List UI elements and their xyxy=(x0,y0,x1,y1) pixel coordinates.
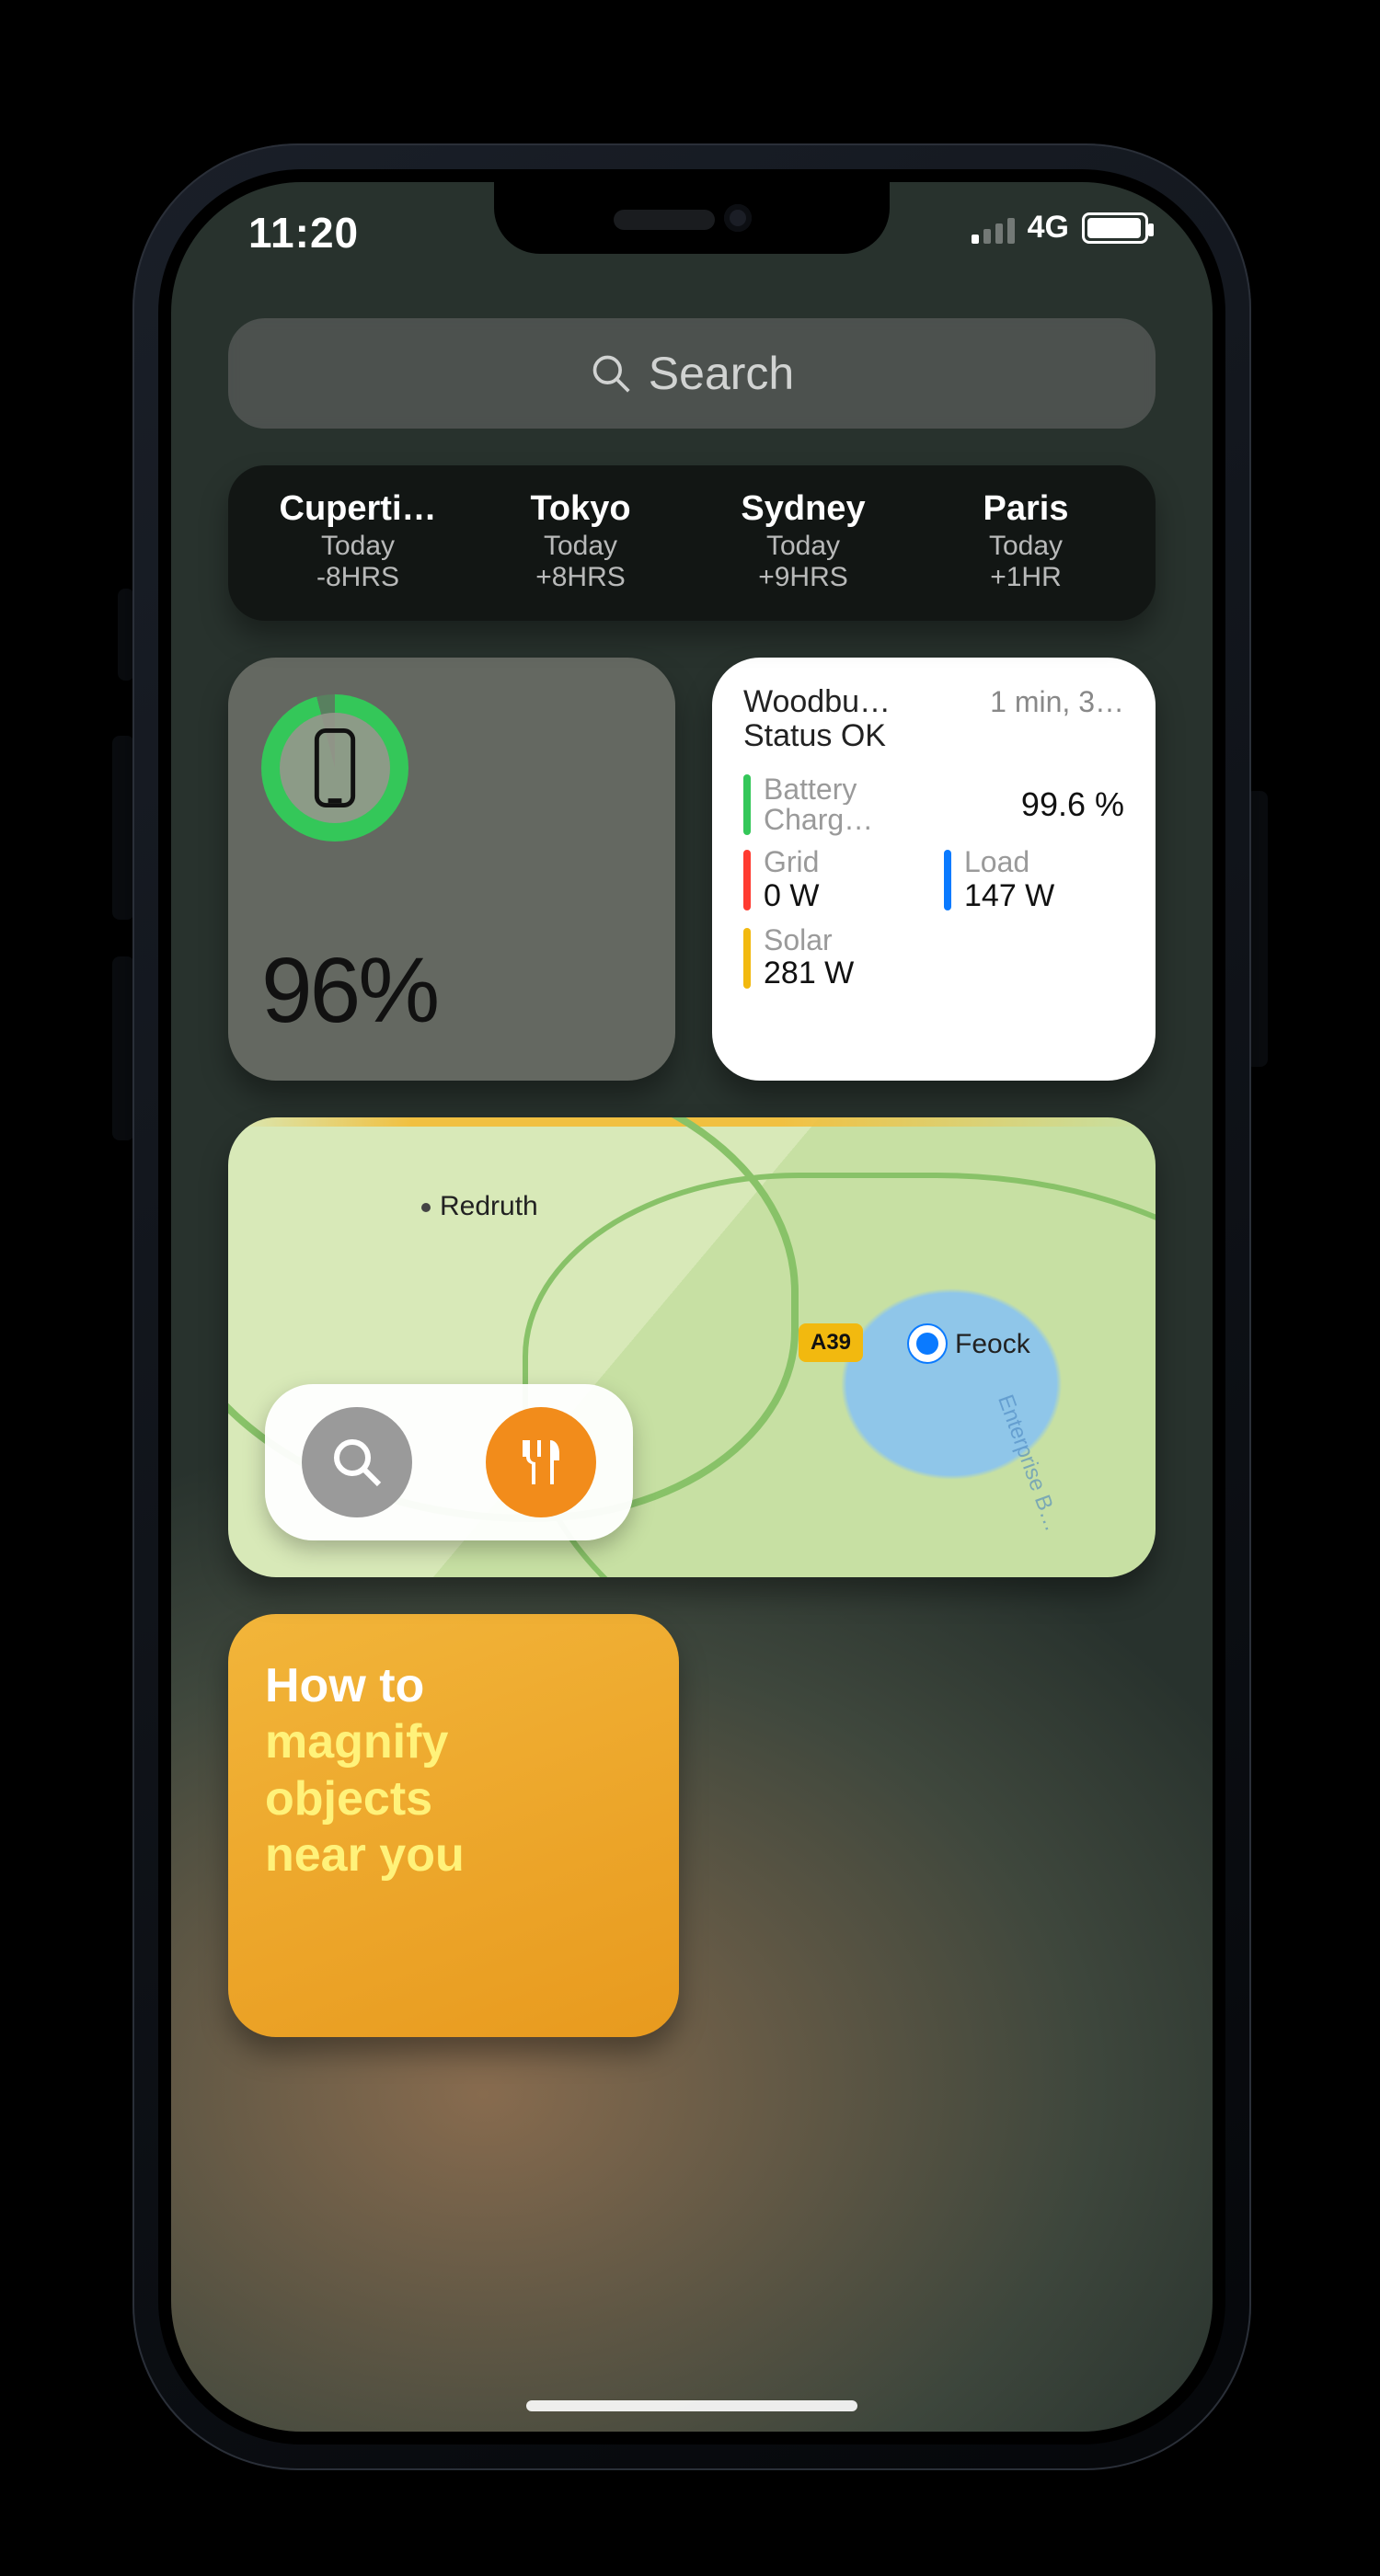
map-search-button[interactable] xyxy=(302,1407,412,1517)
clock-tokyo[interactable]: Tokyo Today +8HRS xyxy=(469,489,692,593)
offset-label: -8HRS xyxy=(247,562,469,593)
city-label: Tokyo xyxy=(489,489,673,529)
search-placeholder: Search xyxy=(649,347,794,400)
network-label: 4G xyxy=(1028,210,1069,246)
metric-value: 281 W xyxy=(764,956,973,991)
energy-widget[interactable]: Woodbu… Status OK 1 min, 3… Battery Char… xyxy=(712,658,1156,1081)
metric-value: 0 W xyxy=(764,878,863,914)
search-icon xyxy=(329,1435,385,1490)
metric-value: 99.6 % xyxy=(1021,785,1124,824)
tips-widget[interactable]: How to magnify objects near you xyxy=(228,1614,679,2037)
offset-label: +8HRS xyxy=(469,562,692,593)
batteries-widget[interactable]: 96% xyxy=(228,658,675,1081)
clock-paris[interactable]: Paris Today +1HR xyxy=(914,489,1137,593)
city-label: Cuperti… xyxy=(266,489,450,529)
metric-grid: Grid 0 W xyxy=(743,847,924,914)
metric-solar: Solar 281 W xyxy=(743,925,1124,992)
metric-value: 147 W xyxy=(964,878,1064,914)
metric-load: Load 147 W xyxy=(944,847,1124,914)
home-indicator[interactable] xyxy=(526,2400,857,2411)
volume-down-button[interactable] xyxy=(112,956,134,1140)
city-label: Paris xyxy=(934,489,1118,529)
metric-label: Grid xyxy=(764,847,863,878)
tips-line: near you xyxy=(265,1827,642,1883)
map-place-feock: Feock xyxy=(937,1329,1030,1360)
offset-label: +9HRS xyxy=(692,562,914,593)
search-field[interactable]: Search xyxy=(228,318,1156,429)
phone-frame: 11:20 4G Search xyxy=(132,143,1251,2470)
metric-battery: Battery Charg… 99.6 % xyxy=(743,774,1124,836)
updated-label: 1 min, 3… xyxy=(983,685,1124,719)
maps-widget[interactable]: Redruth Feock A39 Enterprise B… xyxy=(228,1117,1156,1577)
notch xyxy=(494,182,890,254)
tips-line: objects xyxy=(265,1771,642,1827)
map-food-button[interactable] xyxy=(486,1407,596,1517)
offset-label: +1HR xyxy=(914,562,1137,593)
phone-icon xyxy=(309,728,361,807)
status-time: 11:20 xyxy=(248,208,359,258)
road-shield: A39 xyxy=(799,1323,863,1362)
screen: 11:20 4G Search xyxy=(171,182,1213,2432)
metric-label: Solar xyxy=(764,925,973,956)
site-status: Status OK xyxy=(743,719,972,753)
signal-icon xyxy=(972,212,1015,244)
day-label: Today xyxy=(692,531,914,562)
battery-percent: 96% xyxy=(261,938,642,1044)
metric-label: Load xyxy=(964,847,1064,878)
fork-knife-icon xyxy=(513,1435,569,1490)
battery-icon xyxy=(1082,212,1148,244)
volume-up-button[interactable] xyxy=(112,736,134,920)
day-label: Today xyxy=(247,531,469,562)
battery-ring xyxy=(261,694,408,841)
world-clock-widget[interactable]: Cuperti… Today -8HRS Tokyo Today +8HRS S… xyxy=(228,465,1156,621)
current-location-icon xyxy=(909,1325,946,1362)
city-label: Sydney xyxy=(711,489,895,529)
map-place-redruth: Redruth xyxy=(421,1191,538,1222)
site-name: Woodbu… xyxy=(743,685,972,719)
metric-label: Battery xyxy=(764,774,973,806)
clock-sydney[interactable]: Sydney Today +9HRS xyxy=(692,489,914,593)
map-actions xyxy=(265,1384,633,1540)
tips-line: How to xyxy=(265,1658,642,1714)
day-label: Today xyxy=(469,531,692,562)
tips-line: magnify xyxy=(265,1714,642,1770)
search-icon xyxy=(590,352,632,395)
day-label: Today xyxy=(914,531,1137,562)
clock-cupertino[interactable]: Cuperti… Today -8HRS xyxy=(247,489,469,593)
metric-sub: Charg… xyxy=(764,805,973,836)
